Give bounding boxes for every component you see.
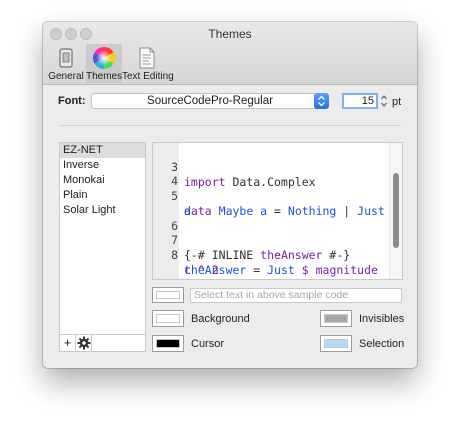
themes-window: Themes General Themes Text Editing Font:… xyxy=(43,22,417,368)
toolbar-themes[interactable]: Themes xyxy=(86,44,122,83)
separator xyxy=(59,125,401,126)
theme-item-ez-net[interactable]: EZ-NET xyxy=(60,143,145,158)
theme-settings-button[interactable] xyxy=(76,335,92,351)
theme-item-monokai[interactable]: Monokai xyxy=(60,173,145,188)
popup-arrows-icon xyxy=(314,93,329,109)
code-line: 6 xyxy=(153,204,195,233)
font-popup[interactable]: SourceCodePro-Regular xyxy=(91,93,329,109)
code-text: data Maybe a = Nothing | Just xyxy=(184,204,385,218)
gear-icon xyxy=(77,336,90,350)
toolbar-label: General xyxy=(48,71,84,82)
font-unit-label: pt xyxy=(392,96,402,108)
code-line: a xyxy=(153,189,195,218)
toolbar-text-editing[interactable]: Text Editing xyxy=(122,44,174,83)
swatch-fill xyxy=(156,339,180,348)
swatch-fill xyxy=(324,339,348,348)
titlebar: Themes General Themes Text Editing xyxy=(43,22,417,85)
theme-item-solar-light[interactable]: Solar Light xyxy=(60,203,145,218)
code-scrollbar[interactable] xyxy=(389,143,402,279)
background-label: Background xyxy=(191,313,250,325)
theme-item-plain[interactable]: Plain xyxy=(60,188,145,203)
scrollbar-thumb[interactable] xyxy=(393,173,399,248)
toolbar-label: Text Editing xyxy=(122,71,174,82)
selection-style-field[interactable]: Select text in above sample code xyxy=(190,288,402,303)
invisibles-color-well[interactable] xyxy=(320,310,352,327)
invisibles-label: Invisibles xyxy=(359,313,405,325)
theme-list[interactable]: EZ-NET Inverse Monokai Plain Solar Light xyxy=(59,142,146,335)
selection-label: Selection xyxy=(359,338,405,350)
general-icon xyxy=(59,48,73,68)
toolbar-label: Themes xyxy=(86,71,123,82)
font-name: SourceCodePro-Regular xyxy=(147,95,273,107)
add-theme-button[interactable]: + xyxy=(60,335,76,351)
font-label: Font: xyxy=(58,95,86,107)
theme-list-toolbar: + xyxy=(59,335,146,352)
code-sample[interactable]: 3 import Data.Complex 4 5 data Maybe a =… xyxy=(152,142,403,280)
code-line: 7 {-# INLINE theAnswer #-} xyxy=(153,218,350,262)
code-line: 10 xyxy=(153,277,195,279)
text-color-swatch[interactable] xyxy=(152,287,184,303)
code-line: 8 theAnswer = Just $ magnitude xyxy=(153,233,378,277)
swatch-fill xyxy=(156,291,180,299)
background-color-well[interactable] xyxy=(152,310,184,327)
cursor-color-well[interactable] xyxy=(152,335,184,352)
code-text: import Data.Complex xyxy=(184,175,316,189)
color-wheel-icon xyxy=(93,47,115,69)
swatch-fill xyxy=(156,314,180,323)
document-icon xyxy=(139,47,155,69)
selection-color-well[interactable] xyxy=(320,335,352,352)
swatch-fill xyxy=(324,314,348,323)
cursor-label: Cursor xyxy=(191,338,225,350)
code-line: 4 xyxy=(153,159,195,188)
code-line: c ^ 2 xyxy=(153,248,219,277)
font-size-field[interactable]: 15 xyxy=(342,93,378,109)
code-line: 5 data Maybe a = Nothing | Just xyxy=(153,174,385,218)
window-title: Themes xyxy=(208,27,252,41)
toolbar-general[interactable]: General xyxy=(46,44,86,83)
code-line: 9 where c = 6 :+ sqrt 6 xyxy=(153,263,195,279)
theme-item-inverse[interactable]: Inverse xyxy=(60,158,145,173)
stepper-icon[interactable] xyxy=(380,93,388,109)
code-text: {-# INLINE theAnswer #-} xyxy=(184,248,351,262)
code-line: 3 import Data.Complex xyxy=(153,145,316,189)
